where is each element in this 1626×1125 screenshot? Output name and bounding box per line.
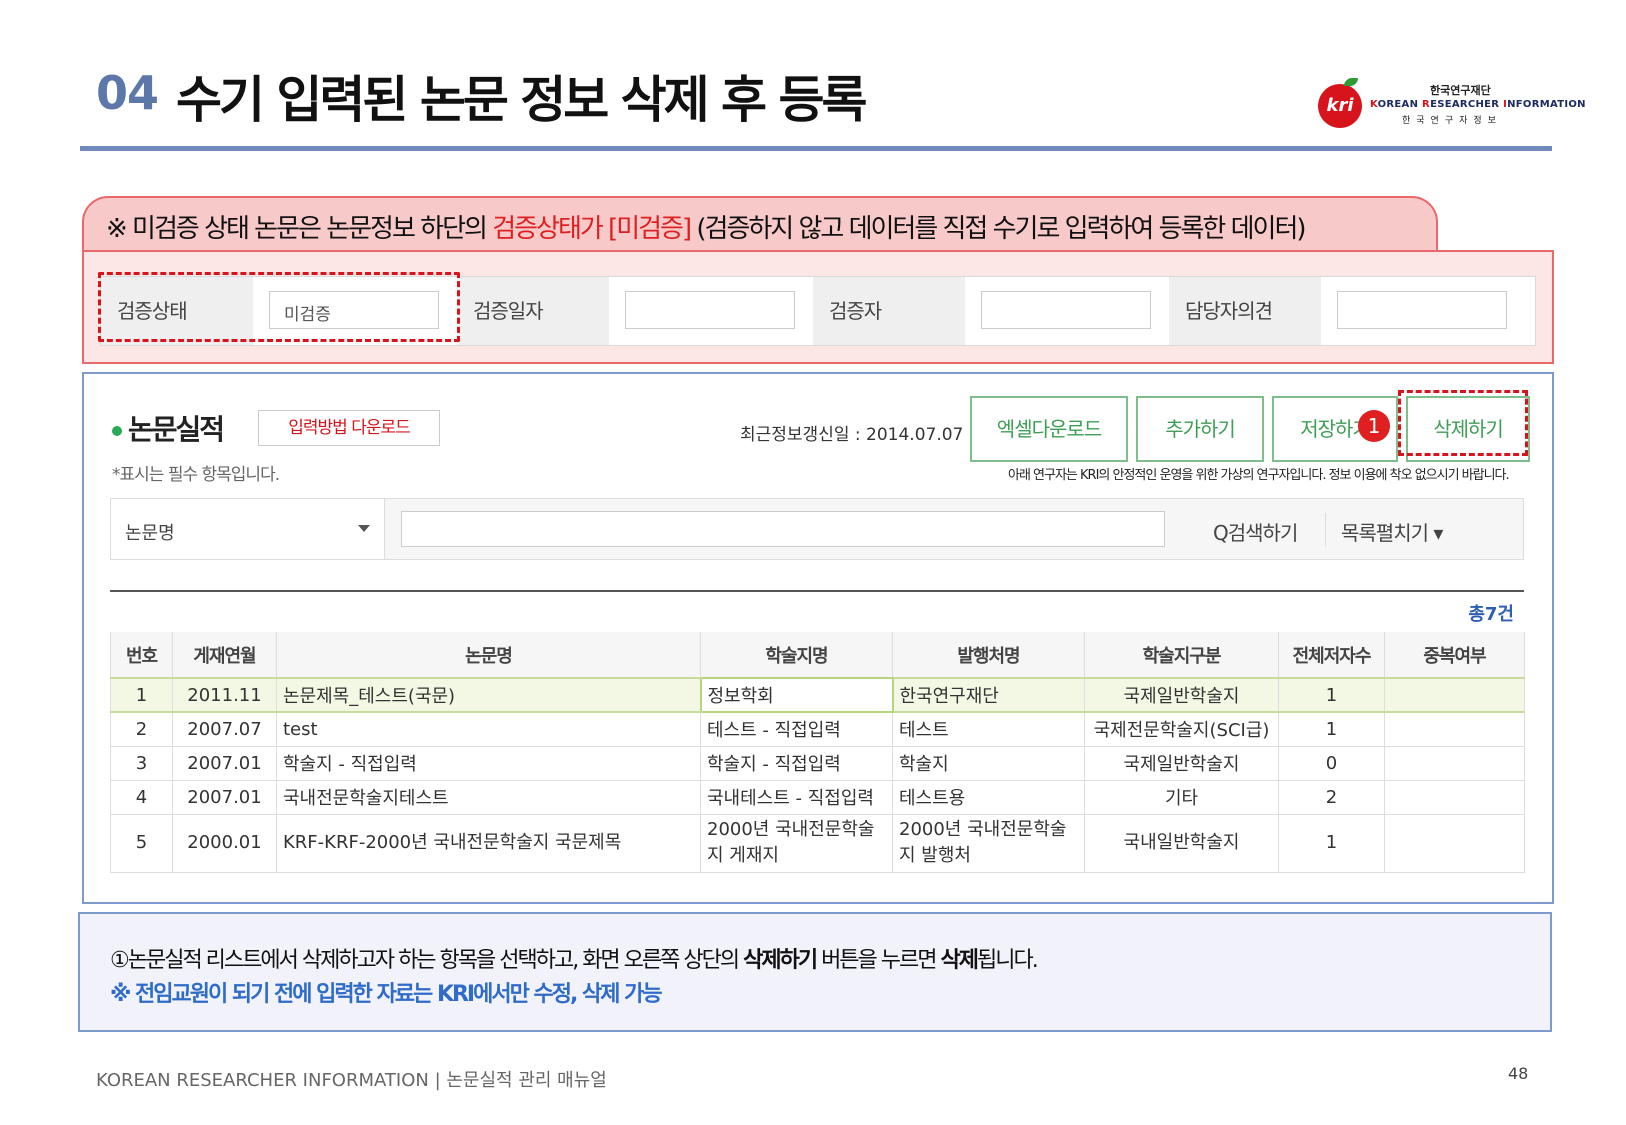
table-row[interactable]: 4 2007.01 국내전문학술지테스트 국내테스트 - 직접입력 테스트용 기…: [110, 779, 1525, 815]
col-no: 번호: [110, 632, 173, 679]
download-guide-button[interactable]: 입력방법 다운로드: [258, 410, 440, 446]
focused-cell: 정보학회: [699, 677, 894, 713]
table-row[interactable]: 3 2007.01 학술지 - 직접입력 학술지 - 직접입력 학술지 국제일반…: [110, 745, 1525, 781]
table-row[interactable]: 1 2011.11 논문제목_테스트(국문) 정보학회 한국연구재단 국제일반학…: [110, 677, 1525, 713]
table-header: 번호 게재연월 논문명 학술지명 발행처명 학술지구분 전체저자수 중복여부: [110, 632, 1525, 679]
page-title: 수기 입력된 논문 정보 삭제 후 등록: [176, 71, 867, 129]
logo-kr-bottom: 한국연구자정보: [1402, 116, 1502, 126]
records-table-wrap: 총7건 번호 게재연월 논문명 학술지명 발행처명 학술지구분 전체저자수 중복…: [110, 590, 1525, 902]
total-count: 총7건: [1468, 604, 1514, 625]
step-badge: 1: [1358, 410, 1390, 442]
kri-logo-mark: kri: [1318, 84, 1362, 128]
bullet-icon: [112, 426, 122, 436]
expand-list-button[interactable]: 목록펼치기 ▾: [1341, 517, 1443, 546]
caret-down-icon: [358, 525, 370, 532]
logo-kr-top: 한국연구재단: [1430, 84, 1491, 97]
kri-logo: kri 한국연구재단 KOREAN RESEARCHER INFORMATION…: [1318, 78, 1586, 128]
logo-en-text: KOREAN RESEARCHER INFORMATION: [1370, 99, 1586, 110]
col-type: 학술지구분: [1084, 632, 1279, 679]
last-update: 최근정보갱신일 : 2014.07.07: [740, 425, 964, 445]
separator: [1325, 513, 1326, 547]
leaf-icon: [1344, 78, 1358, 86]
notice-highlight: 검증상태가 [미검증]: [492, 214, 692, 244]
search-input[interactable]: [401, 511, 1165, 547]
header-divider: [80, 146, 1552, 151]
excel-download-button[interactable]: 엑셀다운로드: [970, 396, 1128, 462]
required-note: *표시는 필수 항목입니다.: [112, 465, 280, 485]
verify-date-field[interactable]: [625, 291, 795, 329]
explanation-line-1: ①논문실적 리스트에서 삭제하고자 하는 항목을 선택하고, 화면 오른쪽 상단…: [110, 948, 1039, 973]
explanation-line-2: ※ 전임교원이 되기 전에 입력한 자료는 KRI에서만 수정, 삭제 가능: [110, 982, 663, 1007]
search-button[interactable]: Q검색하기: [1213, 517, 1298, 546]
verifier-field[interactable]: [981, 291, 1151, 329]
verifier-label: 검증자: [813, 277, 965, 345]
search-field-select[interactable]: 논문명: [111, 499, 385, 559]
delete-highlight-frame: [1398, 390, 1528, 456]
records-table: 번호 게재연월 논문명 학술지명 발행처명 학술지구분 전체저자수 중복여부 1…: [110, 632, 1525, 873]
manager-opinion-field[interactable]: [1337, 291, 1507, 329]
status-highlight-frame: [98, 272, 460, 342]
manager-opinion-label: 담당자의견: [1169, 277, 1321, 345]
verify-date-label: 검증일자: [457, 277, 609, 345]
col-date: 게재연월: [172, 632, 277, 679]
add-button[interactable]: 추가하기: [1136, 396, 1264, 462]
page-number: 48: [1508, 1064, 1529, 1083]
table-row[interactable]: 2 2007.07 test 테스트 - 직접입력 테스트 국제전문학술지(SC…: [110, 711, 1525, 747]
col-publisher: 발행처명: [892, 632, 1085, 679]
col-title: 논문명: [276, 632, 701, 679]
paper-records-panel: 논문실적 입력방법 다운로드 *표시는 필수 항목입니다. 최근정보갱신일 : …: [82, 372, 1554, 904]
table-row[interactable]: 5 2000.01 KRF-KRF-2000년 국내전문학술지 국문제목 200…: [110, 813, 1525, 873]
explanation-box: ①논문실적 리스트에서 삭제하고자 하는 항목을 선택하고, 화면 오른쪽 상단…: [78, 912, 1552, 1032]
section-title: 논문실적: [112, 408, 225, 448]
search-bar: 논문명 Q검색하기 목록펼치기 ▾: [110, 498, 1524, 560]
col-authors: 전체저자수: [1278, 632, 1385, 679]
col-journal: 학술지명: [700, 632, 893, 679]
col-dup: 중복여부: [1384, 632, 1525, 679]
virtual-researcher-note: 아래 연구자는 KRI의 안정적인 운영을 위한 가상의 연구자입니다. 정보 …: [1008, 468, 1510, 483]
notice-banner: ※ 미검증 상태 논문은 논문정보 하단의 검증상태가 [미검증] (검증하지 …: [82, 196, 1438, 252]
notice-text: ※ 미검증 상태 논문은 논문정보 하단의 검증상태가 [미검증] (검증하지 …: [106, 214, 1307, 244]
section-number: 04: [96, 66, 159, 120]
footer-text: KOREAN RESEARCHER INFORMATION | 논문실적 관리 …: [96, 1070, 607, 1091]
